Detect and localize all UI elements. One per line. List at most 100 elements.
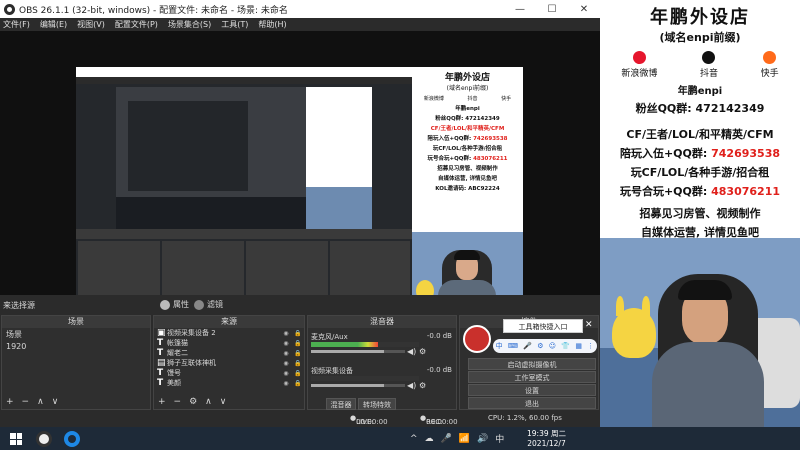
emoji-icon[interactable]: ☺: [549, 342, 556, 350]
menu-profile[interactable]: 配置文件(P): [115, 19, 158, 30]
preview-social-douyin: 抖音: [467, 96, 478, 102]
scene-item[interactable]: 场景: [2, 328, 150, 341]
source-row[interactable]: ▤ 狮子互联体神机 ◉ 🔒: [154, 358, 304, 368]
eye-icon[interactable]: ◉: [280, 340, 292, 347]
speaker-icon[interactable]: ◀): [407, 347, 416, 356]
remove-scene-button[interactable]: −: [22, 397, 30, 407]
lock-icon[interactable]: 🔒: [292, 380, 304, 387]
filters-button[interactable]: 滤镜: [194, 299, 223, 310]
source-name: 帐篷猫: [167, 339, 188, 347]
tab-transitions[interactable]: 转场特效: [358, 398, 396, 410]
lock-icon[interactable]: 🔒: [292, 340, 304, 347]
lock-icon[interactable]: 🔒: [292, 330, 304, 337]
q-app-taskbar-icon[interactable]: [64, 431, 80, 447]
menu-scene-collection[interactable]: 场景集合(S): [168, 19, 211, 30]
eye-icon[interactable]: ◉: [280, 370, 292, 377]
settings-icon[interactable]: ⚙: [537, 342, 543, 350]
poster-recruit-2: 自媒体运营, 详情见鱼吧: [640, 226, 759, 238]
ime-icon[interactable]: 中: [496, 341, 503, 351]
add-source-button[interactable]: +: [158, 397, 166, 407]
preview-sparring-num: 742693538: [473, 136, 508, 142]
menu-view[interactable]: 视图(V): [77, 19, 105, 30]
source-up-button[interactable]: ∧: [205, 397, 212, 407]
menu-edit[interactable]: 编辑(E): [40, 19, 67, 30]
microphone-icon[interactable]: 🎤: [523, 342, 532, 350]
sparring-num: 742693538: [711, 147, 781, 160]
avatar[interactable]: [463, 325, 491, 353]
lock-icon[interactable]: 🔒: [292, 350, 304, 357]
preview-area[interactable]: 年鹏外设店 (域名enpi前缀) 新浪微博 抖音 快手 年鹏enpi 粉丝QQ群…: [0, 31, 600, 295]
social-weibo-label: 新浪微博: [621, 69, 658, 79]
close-button[interactable]: ✕: [568, 0, 600, 18]
preview-recruit-1: 招募见习房管、视频制作: [437, 166, 498, 172]
mixer-track: 麦克风/Aux -0.0 dB ◀) ⚙: [308, 330, 458, 360]
cloud-icon[interactable]: ☁: [425, 434, 434, 444]
preview-canvas[interactable]: 年鹏外设店 (域名enpi前缀) 新浪微博 抖音 快手 年鹏enpi 粉丝QQ群…: [76, 67, 523, 295]
menu-file[interactable]: 文件(F): [3, 19, 30, 30]
properties-button[interactable]: 属性: [160, 299, 189, 310]
settings-button[interactable]: 设置: [468, 384, 596, 396]
skin-icon[interactable]: 👕: [561, 342, 570, 350]
scene-down-button[interactable]: ∨: [52, 397, 59, 407]
source-row[interactable]: T 帐篷猫 ◉ 🔒: [154, 338, 304, 348]
keyboard-icon[interactable]: ⌨: [508, 342, 518, 350]
lock-icon[interactable]: 🔒: [292, 370, 304, 377]
eye-icon[interactable]: ◉: [280, 330, 292, 337]
tab-mixer[interactable]: 混音器: [326, 398, 356, 410]
volume-slider[interactable]: [311, 384, 405, 387]
lock-icon[interactable]: 🔒: [292, 360, 304, 367]
pikachu-ear-left: [616, 296, 624, 316]
source-row[interactable]: T 美颜 ◉ 🔒: [154, 378, 304, 388]
source-down-button[interactable]: ∨: [220, 397, 227, 407]
preview-sparring-label: 陪玩入伍+QQ群:: [427, 136, 474, 142]
sources-footer: + − ⚙ ∧ ∨: [154, 395, 304, 409]
toolbox-icon-bar: 中 ⌨ 🎤 ⚙ ☺ 👕 ▦ ⋮: [493, 339, 597, 353]
remove-source-button[interactable]: −: [174, 397, 182, 407]
volume-meter: [311, 342, 419, 347]
social-weibo: 新浪微博: [621, 51, 657, 79]
tray-expand-icon[interactable]: ^: [410, 434, 418, 444]
studio-mode-button[interactable]: 工作室模式: [468, 371, 596, 383]
gear-icon[interactable]: ⚙: [419, 381, 426, 390]
source-row[interactable]: T 馒号 ◉ 🔒: [154, 368, 304, 378]
menu-tools[interactable]: 工具(T): [221, 19, 248, 30]
scene-item[interactable]: 1920: [2, 341, 150, 352]
grid-icon[interactable]: ▦: [575, 342, 582, 350]
microphone-icon[interactable]: 🎤: [441, 434, 452, 444]
toolbox-title: 工具箱快捷入口: [503, 319, 583, 333]
eye-icon[interactable]: ◉: [280, 360, 292, 367]
scenes-header: 场景: [2, 316, 150, 328]
source-settings-button[interactable]: ⚙: [189, 397, 197, 407]
eye-icon[interactable]: ◉: [280, 380, 292, 387]
taskbar-clock[interactable]: 19:39 周二 2021/12/7: [527, 429, 566, 449]
scene-up-button[interactable]: ∧: [37, 397, 44, 407]
volume-slider[interactable]: [311, 350, 405, 353]
track-db: -0.0 dB: [426, 332, 452, 340]
source-row[interactable]: T 耀老二 ◉ 🔒: [154, 348, 304, 358]
windows-start-icon[interactable]: [10, 433, 22, 445]
mixer-track: 视频采集设备 -0.0 dB ◀) ⚙: [308, 364, 458, 394]
obs-taskbar-icon[interactable]: [36, 431, 52, 447]
volume-meter: [311, 376, 419, 381]
maximize-button[interactable]: ☐: [536, 0, 568, 18]
nested-menu-bar: [76, 77, 412, 84]
source-row[interactable]: ▣ 视频采集设备 2 ◉ 🔒: [154, 328, 304, 338]
menu-help[interactable]: 帮助(H): [258, 19, 286, 30]
eye-icon[interactable]: ◉: [280, 350, 292, 357]
close-icon[interactable]: ✕: [585, 320, 593, 330]
rec-indicator: ● REC: 00:00:00: [420, 414, 458, 426]
network-icon[interactable]: 📶: [459, 434, 470, 444]
preview-social-weibo: 新浪微博: [423, 96, 444, 102]
streamer-shirt: [652, 342, 764, 427]
add-scene-button[interactable]: +: [6, 397, 14, 407]
gear-icon[interactable]: ⚙: [419, 347, 426, 356]
preview-line-sparring: 陪玩入伍+QQ群: 742693538: [412, 134, 523, 142]
more-icon[interactable]: ⋮: [587, 342, 594, 350]
ime-indicator[interactable]: 中: [495, 432, 504, 445]
speaker-icon[interactable]: ◀): [407, 381, 416, 390]
text-icon: T: [157, 378, 164, 388]
start-virtual-camera-button[interactable]: 启动虚拟摄像机: [468, 358, 596, 370]
minimize-button[interactable]: —: [504, 0, 536, 18]
exit-button[interactable]: 退出: [468, 397, 596, 409]
volume-icon[interactable]: 🔊: [477, 434, 488, 444]
